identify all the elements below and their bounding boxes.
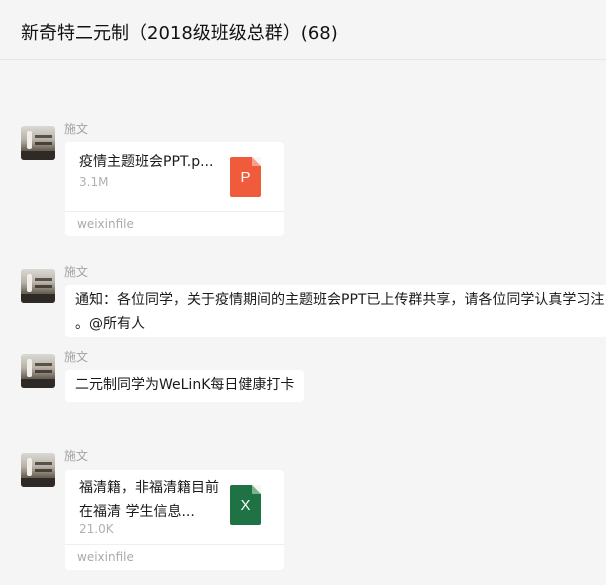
- file-icon-letter: X: [240, 497, 251, 514]
- excel-file-icon: X: [230, 485, 261, 525]
- avatar[interactable]: [21, 269, 55, 303]
- divider: [65, 211, 284, 212]
- file-icon-letter: P: [240, 169, 251, 186]
- message-bubble[interactable]: 通知：各位同学，关于疫情期间的主题班会PPT已上传群共享，请各位同学认真学习注 …: [65, 285, 606, 337]
- file-name: 疫情主题班会PPT.p...: [79, 154, 214, 170]
- file-name: 福清籍，非福清籍目前在福清 学生信息...: [79, 480, 219, 520]
- file-size: 21.0K: [79, 522, 114, 536]
- message-text-line: 二元制同学为WeLinK每日健康打卡: [75, 377, 295, 393]
- sender-name: 施文: [64, 265, 89, 279]
- file-size: 3.1M: [79, 175, 109, 189]
- message-text-line: 。@所有人: [75, 316, 145, 332]
- divider: [65, 544, 284, 545]
- sender-name: 施文: [64, 122, 89, 136]
- file-source: weixinfile: [77, 550, 134, 564]
- chat-title[interactable]: 新奇特二元制（2018级班级总群）(68): [21, 21, 338, 47]
- chat-header: 新奇特二元制（2018级班级总群）(68): [0, 0, 606, 60]
- message-bubble[interactable]: 二元制同学为WeLinK每日健康打卡: [65, 370, 305, 402]
- sender-name: 施文: [64, 350, 89, 364]
- file-card[interactable]: 福清籍，非福清籍目前在福清 学生信息... 21.0K X weixinfile: [65, 470, 284, 570]
- file-source: weixinfile: [77, 217, 134, 231]
- avatar[interactable]: [21, 453, 55, 487]
- file-card[interactable]: 疫情主题班会PPT.p... 3.1M P weixinfile: [65, 142, 284, 236]
- avatar[interactable]: [21, 354, 55, 388]
- ppt-file-icon: P: [230, 157, 261, 197]
- sender-name: 施文: [64, 449, 89, 463]
- message-text-line: 通知：各位同学，关于疫情期间的主题班会PPT已上传群共享，请各位同学认真学习注: [75, 292, 605, 308]
- avatar[interactable]: [21, 126, 55, 160]
